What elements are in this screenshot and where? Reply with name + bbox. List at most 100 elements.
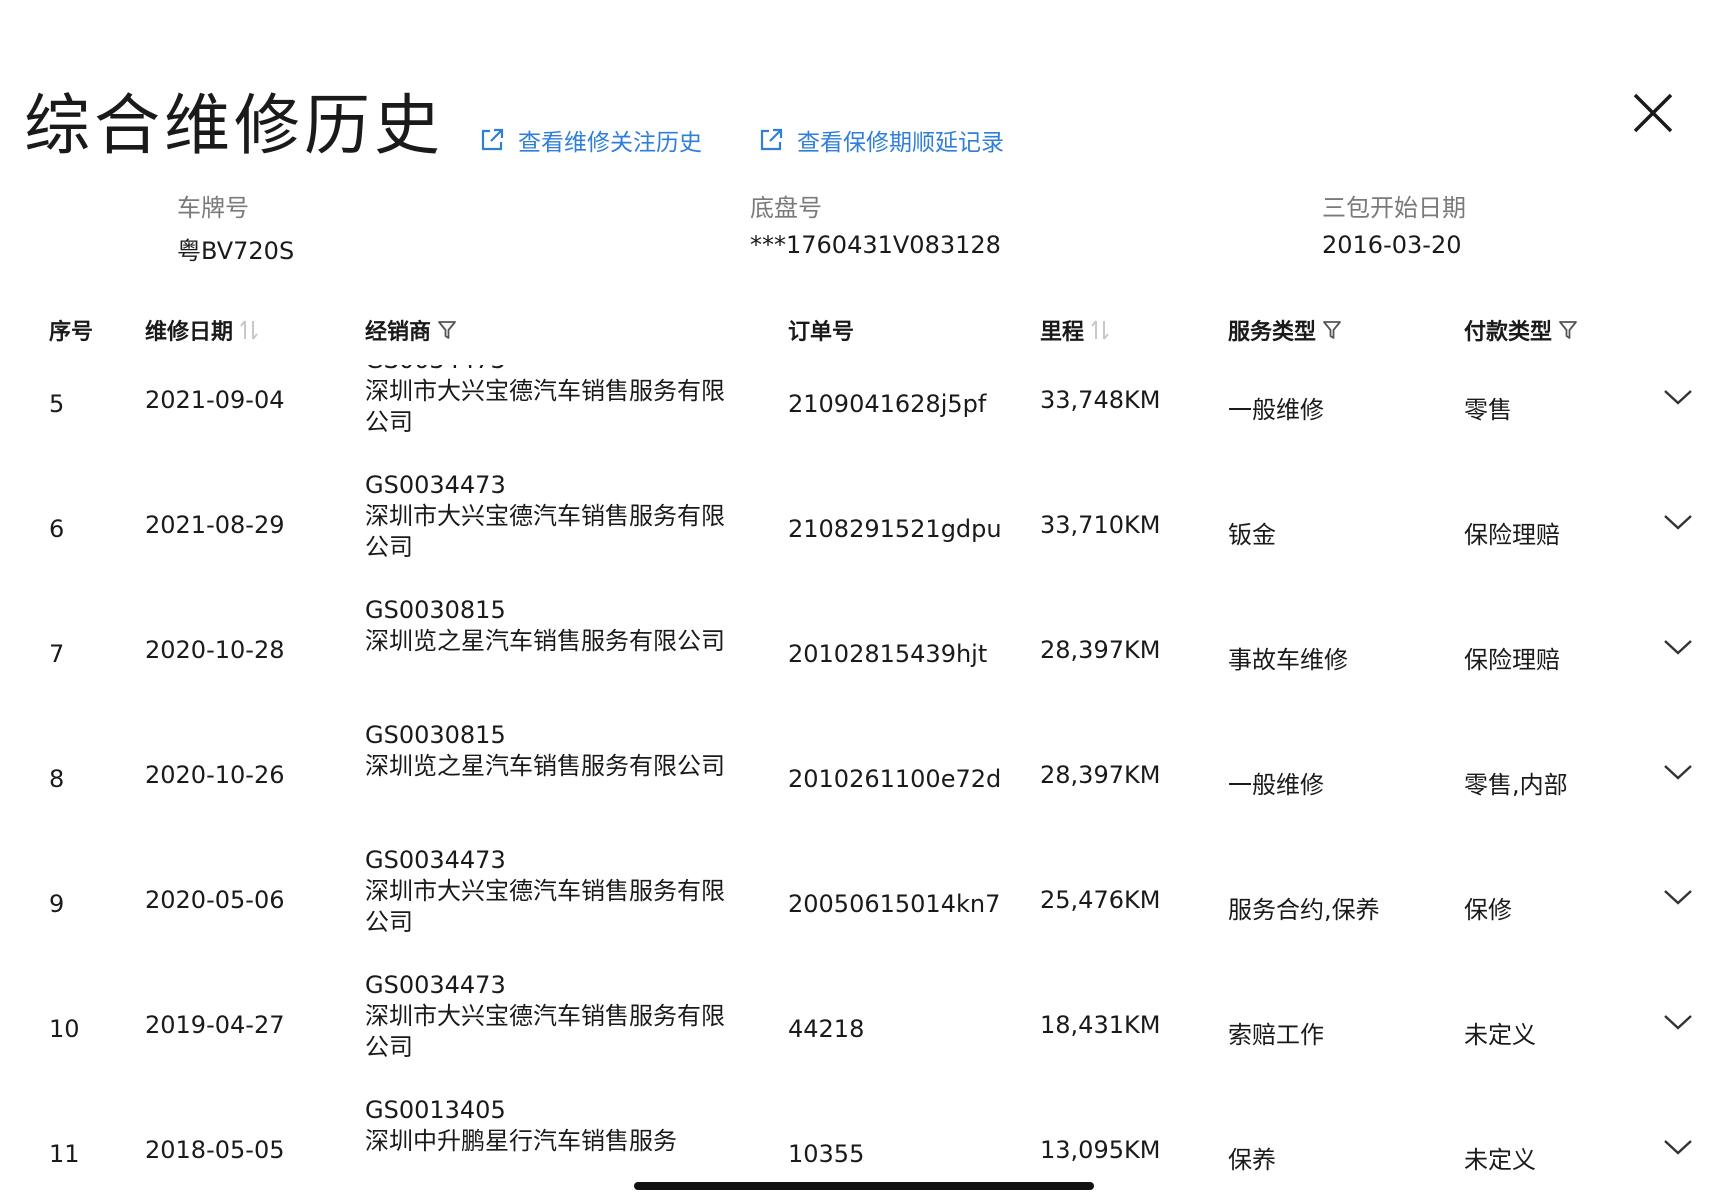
- table-row[interactable]: 9 2020-05-06 GS0034473 深圳市大兴宝德汽车销售服务有限公司…: [0, 846, 1727, 990]
- chevron-down-icon[interactable]: [1662, 1136, 1694, 1158]
- filter-icon[interactable]: [1322, 319, 1342, 341]
- warranty-start-value: 2016-03-20: [1322, 231, 1462, 259]
- column-header-date[interactable]: 维修日期: [145, 314, 259, 346]
- row-dealer-name: 深圳市大兴宝德汽车销售服务有限公司: [365, 1002, 725, 1061]
- plate-info: 车牌号 粤BV720S: [177, 188, 294, 266]
- row-payment-type: 零售,内部: [1464, 771, 1568, 799]
- row-order: 2108291521gdpu: [788, 515, 1002, 543]
- row-seq: 9: [49, 890, 65, 918]
- row-service-type: 保养: [1228, 1146, 1276, 1174]
- chevron-down-icon[interactable]: [1662, 886, 1694, 908]
- view-warranty-extension-link[interactable]: 查看保修期顺延记录: [757, 123, 1004, 157]
- row-date: 2021-08-29: [145, 511, 285, 539]
- row-dealer-name: 深圳览之星汽车销售服务有限公司: [365, 627, 725, 655]
- row-service-type: 一般维修: [1228, 771, 1324, 799]
- row-service-type: 钣金: [1228, 521, 1276, 549]
- column-header-seq-label: 序号: [49, 320, 94, 345]
- row-dealer-name: 深圳览之星汽车销售服务有限公司: [365, 752, 725, 780]
- row-dealer-code: GS0034473: [365, 471, 506, 499]
- row-seq: 6: [49, 515, 65, 543]
- row-seq: 10: [49, 1015, 80, 1043]
- column-header-date-label: 维修日期: [145, 320, 234, 345]
- chassis-label: 底盘号: [750, 194, 822, 222]
- row-payment-type: 保险理赔: [1464, 521, 1560, 549]
- filter-icon[interactable]: [1558, 319, 1578, 341]
- row-seq: 11: [49, 1140, 80, 1168]
- table-row[interactable]: 11 2018-05-05 GS0013405 深圳中升鹏星行汽车销售服务 10…: [0, 1096, 1727, 1185]
- row-date: 2018-05-05: [145, 1136, 285, 1164]
- row-dealer-name: 深圳市大兴宝德汽车销售服务有限公司: [365, 877, 725, 936]
- home-indicator: [634, 1182, 1094, 1190]
- row-service-type: 一般维修: [1228, 396, 1324, 424]
- row-mileage: 18,431KM: [1040, 1011, 1161, 1039]
- row-order: 20102815439hjt: [788, 640, 988, 668]
- row-payment-type: 保修: [1464, 896, 1512, 924]
- row-dealer: GS0034473 深圳市大兴宝德汽车销售服务有限公司: [365, 470, 725, 563]
- row-date: 2020-05-06: [145, 886, 285, 914]
- close-icon[interactable]: [1630, 90, 1676, 136]
- row-payment-type: 未定义: [1464, 1146, 1536, 1174]
- table-row[interactable]: 6 2021-08-29 GS0034473 深圳市大兴宝德汽车销售服务有限公司…: [0, 471, 1727, 615]
- column-header-dealer-label: 经销商: [365, 320, 432, 345]
- chevron-down-icon[interactable]: [1662, 1011, 1694, 1033]
- chevron-down-icon[interactable]: [1662, 636, 1694, 658]
- column-header-mileage-label: 里程: [1040, 320, 1085, 345]
- row-service-type: 索赔工作: [1228, 1021, 1324, 1049]
- table-row[interactable]: 8 2020-10-26 GS0030815 深圳览之星汽车销售服务有限公司 2…: [0, 721, 1727, 865]
- warranty-start-info: 三包开始日期 2016-03-20: [1322, 188, 1466, 259]
- row-date: 2019-04-27: [145, 1011, 285, 1039]
- view-attention-history-label: 查看维修关注历史: [518, 130, 702, 156]
- warranty-start-label: 三包开始日期: [1322, 194, 1466, 222]
- row-seq: 8: [49, 765, 65, 793]
- row-dealer-name: 深圳市大兴宝德汽车销售服务有限公司: [365, 377, 725, 436]
- row-dealer-code: GS0034473: [365, 365, 725, 376]
- row-order: 44218: [788, 1015, 865, 1043]
- view-attention-history-link[interactable]: 查看维修关注历史: [478, 123, 702, 157]
- row-payment-type: 保险理赔: [1464, 646, 1560, 674]
- column-header-service-type[interactable]: 服务类型: [1228, 314, 1342, 346]
- filter-icon[interactable]: [437, 319, 457, 341]
- column-header-dealer[interactable]: 经销商: [365, 314, 457, 346]
- column-header-mileage[interactable]: 里程: [1040, 314, 1110, 346]
- table-body[interactable]: 5 2021-09-04 GS0034473 深圳市大兴宝德汽车销售服务有限公司…: [0, 365, 1727, 1185]
- repair-history-dialog: 综合维修历史 查看维修关注历史 查看保修期顺延记录 车牌号 粤BV720S 底盘…: [0, 0, 1727, 1200]
- external-link-icon: [760, 128, 783, 151]
- sort-icon[interactable]: [239, 318, 259, 342]
- table-row[interactable]: 10 2019-04-27 GS0034473 深圳市大兴宝德汽车销售服务有限公…: [0, 971, 1727, 1115]
- row-dealer-name: 深圳市大兴宝德汽车销售服务有限公司: [365, 502, 725, 561]
- plate-value: 粤BV720S: [177, 237, 295, 265]
- row-dealer-name: 深圳中升鹏星行汽车销售服务: [365, 1127, 677, 1155]
- row-order: 2010261100e72d: [788, 765, 1002, 793]
- row-order: 20050615014kn7: [788, 890, 1001, 918]
- row-dealer-code: GS0034473: [365, 846, 506, 874]
- sort-icon[interactable]: [1090, 318, 1110, 342]
- column-header-seq: 序号: [49, 314, 93, 346]
- row-dealer-code: GS0034473: [365, 971, 506, 999]
- chassis-info: 底盘号 ***1760431V083128: [750, 188, 1001, 259]
- table-row[interactable]: 5 2021-09-04 GS0034473 深圳市大兴宝德汽车销售服务有限公司…: [0, 365, 1727, 490]
- row-dealer: GS0013405 深圳中升鹏星行汽车销售服务: [365, 1095, 725, 1157]
- row-dealer: GS0030815 深圳览之星汽车销售服务有限公司: [365, 720, 725, 782]
- column-header-order-label: 订单号: [788, 320, 855, 345]
- row-service-type: 事故车维修: [1228, 646, 1348, 674]
- row-mileage: 28,397KM: [1040, 636, 1161, 664]
- table-header: 序号 维修日期 经销商 订单号 里程 服务类型 付款类型: [0, 314, 1727, 348]
- row-payment-type: 未定义: [1464, 1021, 1536, 1049]
- column-header-payment-type[interactable]: 付款类型: [1464, 314, 1578, 346]
- row-mileage: 33,710KM: [1040, 511, 1161, 539]
- row-dealer-code: GS0013405: [365, 1096, 506, 1124]
- column-header-order: 订单号: [788, 314, 854, 346]
- row-mileage: 25,476KM: [1040, 886, 1161, 914]
- row-mileage: 13,095KM: [1040, 1136, 1161, 1164]
- row-seq: 7: [49, 640, 65, 668]
- chevron-down-icon[interactable]: [1662, 386, 1694, 408]
- row-date: 2020-10-26: [145, 761, 285, 789]
- row-dealer-code: GS0030815: [365, 596, 506, 624]
- view-warranty-extension-label: 查看保修期顺延记录: [797, 130, 1004, 156]
- row-dealer: GS0034473 深圳市大兴宝德汽车销售服务有限公司: [365, 970, 725, 1063]
- row-dealer: GS0030815 深圳览之星汽车销售服务有限公司: [365, 595, 725, 657]
- chevron-down-icon[interactable]: [1662, 511, 1694, 533]
- row-date: 2020-10-28: [145, 636, 285, 664]
- chevron-down-icon[interactable]: [1662, 761, 1694, 783]
- table-row[interactable]: 7 2020-10-28 GS0030815 深圳览之星汽车销售服务有限公司 2…: [0, 596, 1727, 740]
